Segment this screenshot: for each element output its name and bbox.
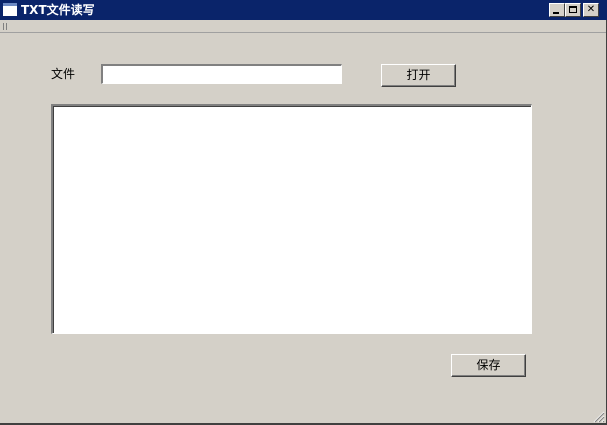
minimize-icon xyxy=(553,12,559,14)
maximize-button[interactable] xyxy=(565,3,581,17)
file-path-input[interactable] xyxy=(101,64,342,84)
title-bar[interactable]: TXT文件读写 ✕ xyxy=(0,0,607,20)
save-button[interactable]: 保存 xyxy=(451,354,526,377)
resize-grip-icon[interactable] xyxy=(593,411,605,423)
file-content-textarea[interactable] xyxy=(51,104,532,334)
maximize-icon xyxy=(569,6,577,13)
menu-bar xyxy=(0,20,607,33)
app-window-icon xyxy=(3,3,17,16)
minimize-button[interactable] xyxy=(549,3,565,17)
close-icon: ✕ xyxy=(586,4,596,15)
toolbar-grip-icon[interactable] xyxy=(3,23,7,30)
open-button[interactable]: 打开 xyxy=(381,64,456,87)
close-button[interactable]: ✕ xyxy=(583,3,599,17)
window-title: TXT文件读写 xyxy=(21,3,95,17)
app-window: TXT文件读写 ✕ 文件 打开 保存 xyxy=(0,0,607,425)
file-label: 文件 xyxy=(51,67,76,81)
